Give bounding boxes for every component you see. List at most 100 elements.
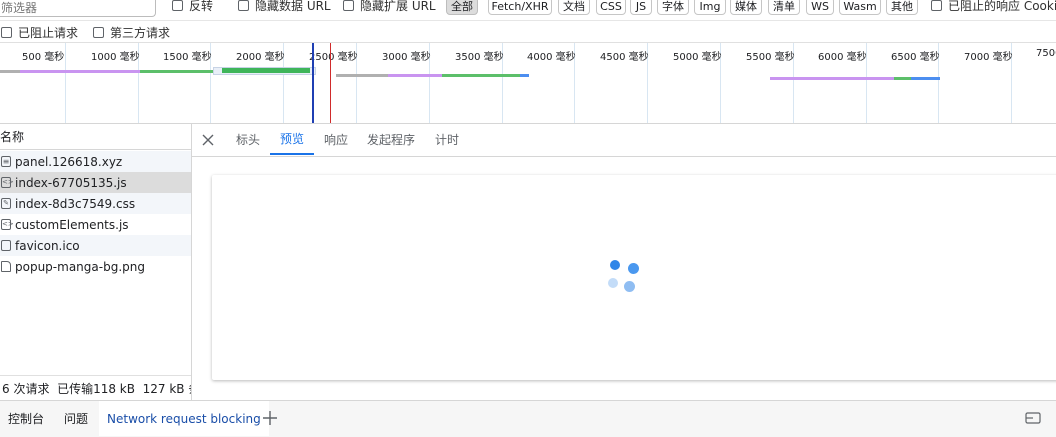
drawer-tab-label: 问题 — [64, 412, 89, 426]
request-name: index-67705135.js — [15, 175, 127, 190]
timeline-tick: 7500 — [1036, 48, 1056, 59]
type-filter-wasm[interactable]: Wasm — [839, 0, 881, 15]
filter-toolbar: 反转 隐藏数据 URL 隐藏扩展 URL 全部 Fetch/XHR 文档 CSS… — [0, 0, 1056, 21]
blocked-response-cookies-label: 已阻止的响应 Cookie — [948, 0, 1056, 13]
timeline-tick: 4000 毫秒 — [527, 52, 576, 63]
invert-checkbox[interactable] — [172, 0, 183, 11]
timeline-tick: 7000 毫秒 — [964, 52, 1013, 63]
type-filter-js[interactable]: JS — [630, 0, 652, 15]
stylesheet-icon: ✎ — [1, 198, 11, 209]
hide-data-urls-checkbox[interactable] — [238, 0, 249, 11]
request-name: index-8d3c7549.css — [15, 196, 136, 211]
drawer-tab-bar: 控制台 问题 Network request blocking — [0, 400, 1056, 437]
timeline-bar — [0, 70, 20, 73]
request-detail-pane: 标头 预览 响应 发起程序 计时 — [192, 124, 1056, 400]
filter-toolbar-secondary: 已阻止请求 第三方请求 — [0, 20, 1056, 43]
timeline-gridline — [65, 43, 66, 123]
spinner-dot — [628, 263, 639, 274]
request-row-index-css[interactable]: ✎ index-8d3c7549.css — [0, 193, 191, 214]
request-row-panel[interactable]: ≡ panel.126618.xyz — [0, 151, 191, 172]
blocked-requests-checkbox[interactable] — [1, 27, 12, 38]
tab-label: 计时 — [435, 133, 460, 147]
hide-extension-urls-label: 隐藏扩展 URL — [360, 0, 436, 13]
type-filter-media[interactable]: 媒体 — [730, 0, 762, 15]
tab-headers[interactable]: 标头 — [226, 124, 270, 155]
detail-tab-bar: 标头 预览 响应 发起程序 计时 — [192, 124, 1056, 157]
type-filter-label: 媒体 — [735, 0, 757, 13]
tab-preview[interactable]: 预览 — [270, 124, 315, 155]
invert-label: 反转 — [189, 0, 214, 13]
spinner-dot — [608, 278, 618, 288]
timeline-tick: 1000 毫秒 — [91, 52, 140, 63]
type-filter-label: 清单 — [773, 0, 795, 13]
spinner-dot — [610, 260, 620, 270]
close-icon[interactable] — [198, 130, 218, 150]
request-name: customElements.js — [15, 217, 129, 232]
filter-input[interactable] — [0, 0, 156, 17]
timeline-tick: 3000 毫秒 — [382, 52, 431, 63]
timeline-bar — [770, 77, 894, 80]
timeline-tick: 2500 毫秒 — [309, 52, 358, 63]
request-name: panel.126618.xyz — [15, 154, 123, 169]
tab-timing[interactable]: 计时 — [425, 124, 469, 155]
timeline-tick: 6000 毫秒 — [818, 52, 867, 63]
third-party-option[interactable]: 第三方请求 — [93, 24, 170, 41]
third-party-label: 第三方请求 — [110, 26, 171, 40]
dom-content-loaded-line — [312, 43, 314, 123]
plus-icon[interactable] — [262, 410, 278, 426]
tab-response[interactable]: 响应 — [314, 124, 358, 155]
script-icon: <> — [1, 219, 14, 230]
timeline-tick: 5000 毫秒 — [673, 52, 722, 63]
type-filter-ws[interactable]: WS — [806, 0, 834, 15]
type-filter-label: 其他 — [891, 0, 913, 13]
request-row-custom-elements[interactable]: <> customElements.js — [0, 214, 191, 235]
type-filter-label: Img — [699, 0, 721, 13]
loading-spinner-icon — [608, 257, 648, 297]
drawer-tab-issues[interactable]: 问题 — [56, 401, 96, 436]
type-filter-css[interactable]: CSS — [596, 0, 626, 15]
load-event-line — [330, 43, 331, 123]
image-file-icon — [1, 261, 11, 272]
third-party-checkbox[interactable] — [93, 27, 104, 38]
drawer-tab-console[interactable]: 控制台 — [0, 401, 52, 436]
drawer-tab-network-request-blocking[interactable]: Network request blocking — [99, 401, 269, 436]
network-overview-timeline[interactable]: 500 毫秒 1000 毫秒 1500 毫秒 2000 毫秒 2500 毫秒 3… — [0, 43, 1056, 124]
tab-label: 发起程序 — [367, 133, 416, 147]
tab-label: 标头 — [236, 133, 261, 147]
blocked-response-cookies-checkbox[interactable] — [931, 0, 942, 11]
tab-label: 预览 — [280, 132, 305, 146]
tab-initiator[interactable]: 发起程序 — [357, 124, 425, 155]
name-column-header[interactable]: 名称 — [0, 124, 191, 150]
type-filter-all[interactable]: 全部 — [446, 0, 478, 15]
type-filter-other[interactable]: 其他 — [886, 0, 918, 15]
request-row-favicon[interactable]: favicon.ico — [0, 235, 191, 256]
request-row-popup-bg[interactable]: popup-manga-bg.png — [0, 256, 191, 277]
timeline-bar — [388, 74, 442, 77]
type-filter-font[interactable]: 字体 — [657, 0, 689, 15]
blocked-response-cookies-option[interactable]: 已阻止的响应 Cookie — [931, 0, 1056, 14]
type-filter-label: CSS — [600, 0, 622, 13]
hide-extension-urls-checkbox[interactable] — [343, 0, 354, 11]
file-icon — [1, 240, 11, 251]
hide-extension-urls-option[interactable]: 隐藏扩展 URL — [343, 0, 436, 14]
dock-icon[interactable] — [1024, 410, 1042, 426]
type-filter-label: JS — [635, 0, 647, 13]
timeline-tick: 4500 毫秒 — [600, 52, 649, 63]
name-column-label: 名称 — [0, 130, 25, 144]
type-filter-label: 字体 — [662, 0, 684, 13]
timeline-bar — [442, 74, 520, 77]
type-filter-img[interactable]: Img — [694, 0, 726, 15]
type-filter-manifest[interactable]: 清单 — [768, 0, 800, 15]
blocked-requests-option[interactable]: 已阻止请求 — [1, 24, 78, 41]
type-filter-doc[interactable]: 文档 — [558, 0, 590, 15]
timeline-bar — [894, 77, 911, 80]
invert-option[interactable]: 反转 — [172, 0, 213, 14]
timeline-bar — [140, 70, 213, 73]
timeline-tick: 3500 毫秒 — [455, 52, 504, 63]
request-row-index-js[interactable]: <> index-67705135.js — [0, 172, 191, 193]
type-filter-fetch-xhr[interactable]: Fetch/XHR — [488, 0, 552, 15]
drawer-tab-label: 控制台 — [8, 412, 45, 426]
timeline-bar — [520, 74, 529, 77]
type-filter-label: Fetch/XHR — [491, 0, 549, 13]
hide-data-urls-option[interactable]: 隐藏数据 URL — [238, 0, 331, 14]
